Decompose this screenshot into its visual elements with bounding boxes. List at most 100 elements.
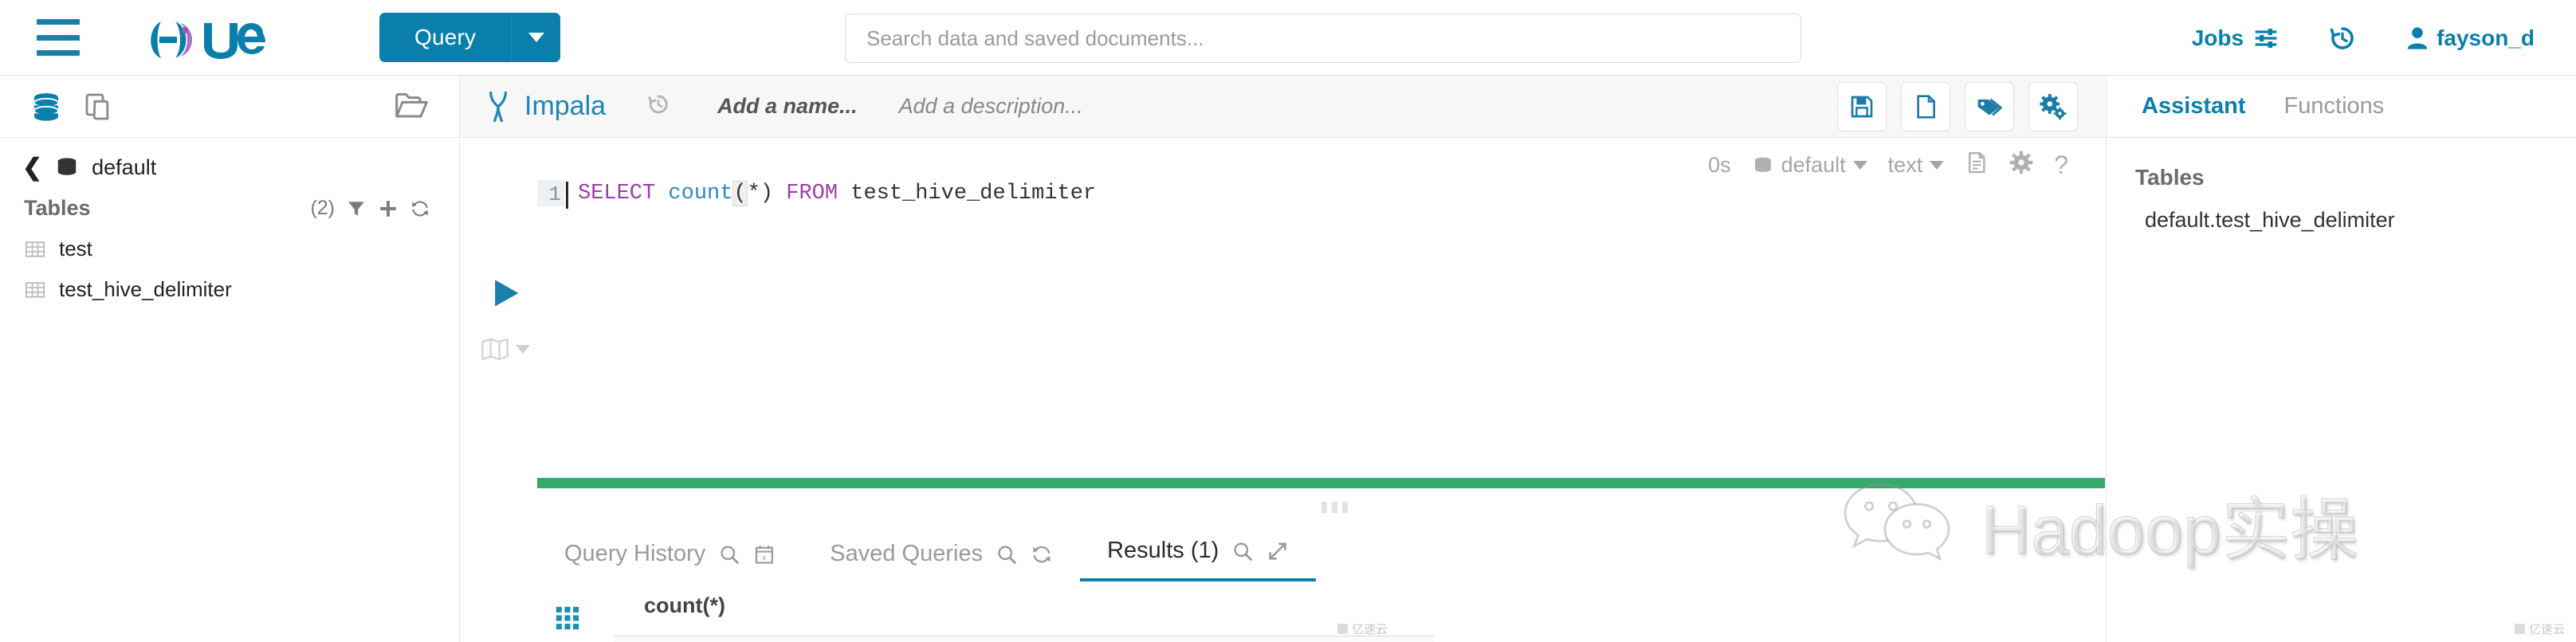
assistant-section-title: Tables [2135, 165, 2205, 190]
open-folder-icon[interactable] [394, 88, 429, 120]
tab-label: Query History [564, 541, 706, 566]
editor-resize-handle[interactable] [1321, 502, 1348, 513]
assistant-tabs: Assistant Functions [2107, 76, 2576, 138]
engine-name: Impala [524, 91, 607, 121]
result-format-selector[interactable]: text [1888, 153, 1945, 178]
variables-toggle[interactable] [481, 337, 530, 361]
grid-view-icon[interactable] [554, 605, 581, 632]
tab-functions[interactable]: Functions [2284, 93, 2385, 119]
sql-code-area[interactable]: 1 SELECT count(*) FROM test_hive_delimit… [537, 180, 2075, 419]
sidebar-table-name: test_hive_delimiter [59, 277, 232, 301]
tag-icon [1977, 98, 2002, 116]
query-log-button[interactable] [1965, 151, 1989, 180]
text-cursor [566, 182, 568, 209]
tab-assistant[interactable]: Assistant [2142, 93, 2246, 119]
sql-keyword-select: SELECT [578, 182, 656, 206]
editor-settings-button[interactable] [2028, 81, 2078, 131]
code-line: 1 SELECT count(*) FROM test_hive_delimit… [537, 180, 2075, 209]
sidebar-tables-count: (2) [310, 197, 335, 219]
results-view-switcher [544, 605, 591, 642]
new-document-icon [1917, 94, 1935, 119]
chevron-down-icon [1930, 161, 1945, 170]
tab-query-history[interactable]: Query History x [537, 541, 803, 581]
query-dropdown-button[interactable] [511, 13, 561, 62]
hamburger-menu-icon[interactable] [37, 19, 80, 56]
tab-saved-queries[interactable]: Saved Queries [803, 541, 1080, 581]
results-column-header[interactable]: count(*) [614, 593, 1435, 636]
sidebar-table-item[interactable]: test_hive_delimiter [0, 269, 459, 310]
hue-logo[interactable] [140, 14, 284, 61]
jobs-nav-item[interactable]: Jobs [2192, 25, 2279, 51]
log-document-icon [1969, 151, 1985, 174]
svg-text:x: x [763, 553, 768, 562]
documents-icon[interactable] [83, 91, 115, 123]
refresh-icon[interactable] [410, 198, 430, 219]
chevron-down-icon [528, 33, 544, 42]
result-format-value: text [1887, 153, 1923, 177]
table-icon [25, 241, 45, 257]
expand-arrows-icon[interactable] [1266, 540, 1289, 562]
save-icon [1851, 96, 1873, 117]
tags-button[interactable] [1965, 81, 2014, 131]
code-editor-body: 1 SELECT count(*) FROM test_hive_delimit… [461, 180, 2105, 419]
sidebar-table-item[interactable]: test [0, 229, 459, 269]
session-settings-button[interactable] [2009, 151, 2033, 180]
play-run-icon[interactable] [488, 276, 523, 315]
sidebar-database-name[interactable]: default [92, 155, 156, 180]
query-elapsed-time: 0s [1708, 153, 1731, 177]
query-button-group: Query [379, 13, 561, 62]
plus-icon[interactable] [378, 198, 399, 219]
left-sidebar: ❮ default Tables (2) test test_hive_deli… [0, 76, 460, 642]
gear-icon [2009, 151, 2033, 174]
table-icon [25, 281, 45, 298]
editor-settings-bar: 0s default text ? [461, 138, 2105, 180]
history-clock-icon [2330, 26, 2354, 49]
editor-gutter-actions [481, 276, 530, 361]
refresh-icon[interactable] [1031, 543, 1053, 566]
query-name-input[interactable]: Add a name... [717, 94, 858, 119]
hue-query-editor-page: Query Jobs [0, 0, 2576, 642]
sql-paren-highlight: ( [732, 181, 748, 206]
editor-column: Impala Add a name... Add a description..… [461, 76, 2105, 642]
query-button[interactable]: Query [379, 13, 512, 62]
sliders-icon [2255, 28, 2277, 48]
tab-results[interactable]: Results (1) [1080, 538, 1317, 581]
database-icon[interactable] [30, 91, 62, 123]
sidebar-tables-label: Tables [24, 196, 91, 220]
database-selector-value: default [1781, 153, 1846, 177]
search-icon[interactable] [1231, 540, 1254, 562]
global-search [845, 14, 1801, 63]
play-triangle-icon [495, 280, 519, 307]
search-icon[interactable] [995, 543, 1018, 566]
sidebar-table-name: test [59, 237, 92, 260]
search-icon[interactable] [718, 543, 740, 566]
sql-keyword-from: FROM [786, 182, 838, 206]
top-navigation-bar: Query Jobs [0, 0, 2576, 76]
engine-selector[interactable]: Impala [485, 89, 606, 124]
sidebar-toolbar [0, 76, 459, 138]
database-selector[interactable]: default [1752, 153, 1867, 178]
sql-statement: SELECT count(*) FROM test_hive_delimiter [578, 180, 1096, 208]
history-nav-item[interactable] [2328, 24, 2357, 53]
filter-icon[interactable] [346, 198, 367, 219]
right-assistant-panel: Assistant Functions Tables default.test_… [2106, 76, 2576, 642]
tab-label: Results (1) [1107, 538, 1219, 563]
user-menu[interactable]: fayson_d [2406, 25, 2535, 51]
editor-history-button[interactable] [646, 92, 671, 121]
query-description-input[interactable]: Add a description... [899, 94, 1083, 119]
hue-logo-icon [151, 22, 265, 59]
top-nav-right-actions: Jobs fayson_d [2192, 0, 2535, 76]
chevron-down-icon [1852, 161, 1867, 170]
sql-function-count: count [668, 182, 733, 206]
assistant-table-item[interactable]: default.test_hive_delimiter [2107, 190, 2576, 233]
save-query-button[interactable] [1837, 81, 1887, 131]
search-input[interactable] [845, 14, 1801, 63]
chevron-down-icon [516, 344, 530, 354]
calendar-x-icon[interactable]: x [753, 543, 776, 566]
chevron-left-icon[interactable]: ❮ [22, 155, 42, 180]
help-question-icon[interactable]: ? [2054, 151, 2068, 180]
user-icon [2407, 26, 2428, 49]
sql-star-close: *) [747, 182, 774, 206]
new-query-button[interactable] [1901, 81, 1950, 131]
table-row[interactable]: 1 1 [614, 636, 1435, 642]
